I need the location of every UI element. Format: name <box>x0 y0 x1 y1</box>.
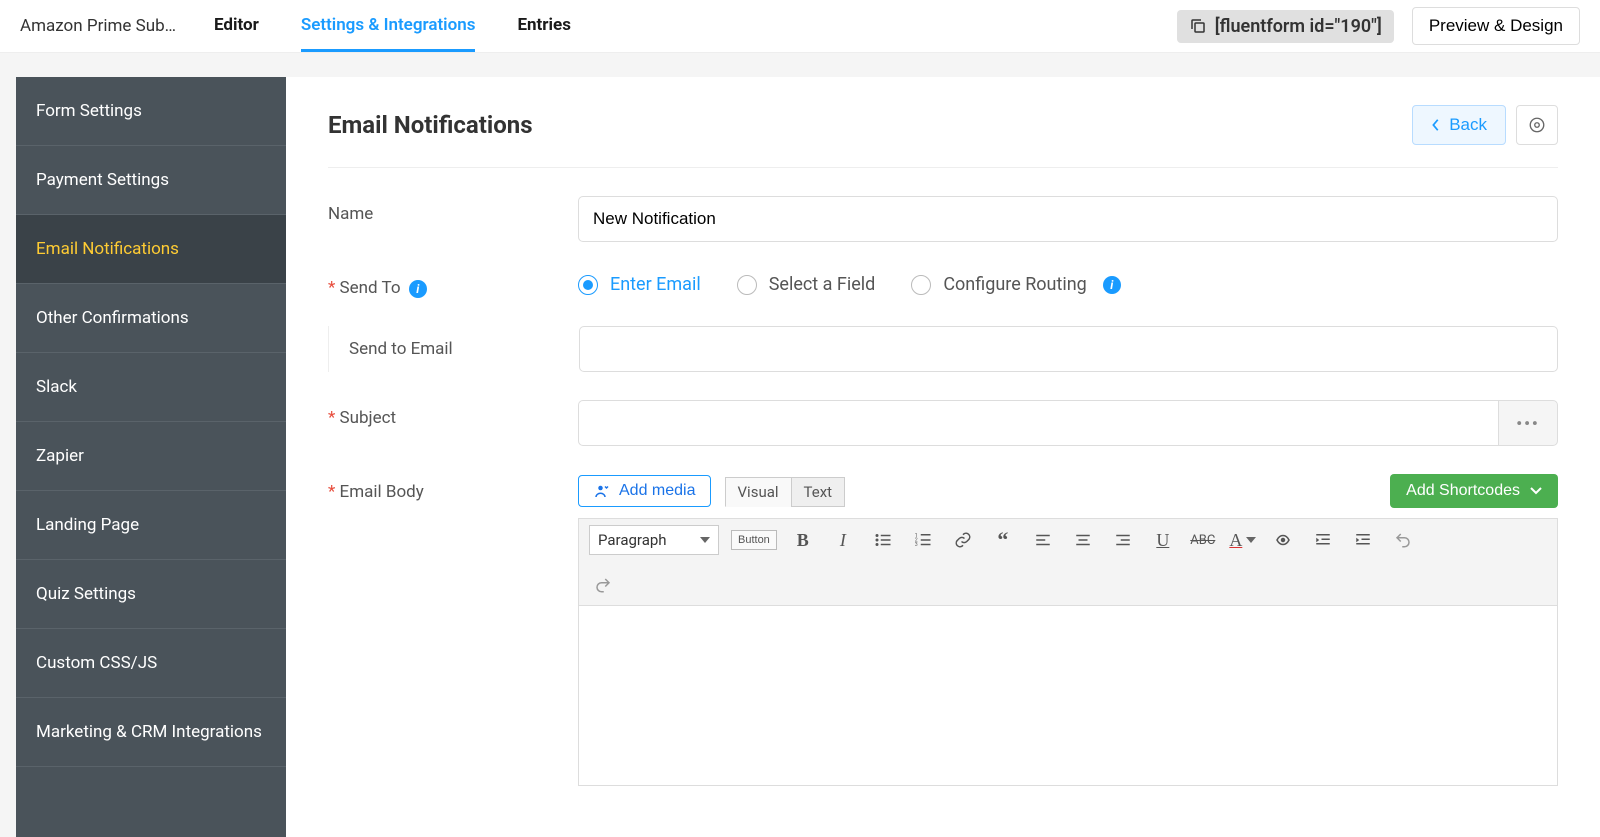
info-icon[interactable]: i <box>1103 276 1121 294</box>
quote-icon[interactable]: “ <box>989 526 1017 554</box>
name-input[interactable] <box>578 196 1558 242</box>
align-center-icon[interactable] <box>1069 526 1097 554</box>
radio-circle-icon <box>911 275 931 295</box>
dots-icon: ••• <box>1516 414 1540 433</box>
svg-text:3: 3 <box>915 542 918 548</box>
align-right-icon[interactable] <box>1109 526 1137 554</box>
tab-entries[interactable]: Entries <box>517 0 570 52</box>
header-buttons: Back <box>1412 105 1558 145</box>
settings-button[interactable] <box>1516 105 1558 145</box>
row-name: Name <box>328 196 1558 242</box>
sidebar-item-custom-css-js[interactable]: Custom CSS/JS <box>16 629 286 698</box>
add-shortcodes-button[interactable]: Add Shortcodes <box>1390 474 1558 508</box>
name-label: Name <box>328 196 578 224</box>
sidebar-item-slack[interactable]: Slack <box>16 353 286 422</box>
chevron-left-icon <box>1431 118 1441 132</box>
add-media-label: Add media <box>619 482 696 500</box>
chevron-down-icon <box>700 537 710 543</box>
add-shortcodes-label: Add Shortcodes <box>1406 482 1520 500</box>
top-bar: Amazon Prime Sub… Editor Settings & Inte… <box>0 0 1600 53</box>
gear-icon <box>1528 116 1546 134</box>
send-to-radio-group: Enter Email Select a Field Configure Rou… <box>578 270 1558 295</box>
radio-select-field[interactable]: Select a Field <box>737 274 876 295</box>
editor-top-row: Add media Visual Text Add Shortcodes <box>578 474 1558 508</box>
radio-configure-routing[interactable]: Configure Routing i <box>911 274 1120 295</box>
chevron-down-icon <box>1246 537 1256 543</box>
radio-circle-icon <box>578 275 598 295</box>
page-title: Email Notifications <box>328 111 533 139</box>
row-subject: Subject ••• <box>328 400 1558 446</box>
bold-icon[interactable]: B <box>789 526 817 554</box>
clear-format-icon[interactable] <box>1269 526 1297 554</box>
align-left-icon[interactable] <box>1029 526 1057 554</box>
rte-toolbar: Paragraph Button B I 123 “ <box>578 518 1558 606</box>
settings-sidebar: Form Settings Payment Settings Email Not… <box>16 77 286 837</box>
back-button[interactable]: Back <box>1412 105 1506 145</box>
subject-input[interactable] <box>578 400 1498 446</box>
radio-label: Configure Routing <box>943 274 1086 295</box>
underline-icon[interactable]: U <box>1149 526 1177 554</box>
format-select[interactable]: Paragraph <box>589 525 719 555</box>
sidebar-item-zapier[interactable]: Zapier <box>16 422 286 491</box>
send-to-email-label: Send to Email <box>349 339 579 359</box>
outdent-icon[interactable] <box>1309 526 1337 554</box>
email-body-editor[interactable] <box>578 606 1558 786</box>
number-list-icon[interactable]: 123 <box>909 526 937 554</box>
content-panel: Email Notifications Back Name <box>286 77 1600 837</box>
chevron-down-icon <box>1530 487 1542 495</box>
bullet-list-icon[interactable] <box>869 526 897 554</box>
content-header: Email Notifications Back <box>328 105 1558 168</box>
shortcode-text: [fluentform id="190"] <box>1215 16 1382 37</box>
sidebar-item-quiz-settings[interactable]: Quiz Settings <box>16 560 286 629</box>
send-to-label: Send To i <box>328 270 578 298</box>
editor-top-left: Add media Visual Text <box>578 475 845 507</box>
indent-icon[interactable] <box>1349 526 1377 554</box>
copy-icon <box>1189 17 1207 35</box>
tab-visual[interactable]: Visual <box>725 477 791 507</box>
radio-circle-icon <box>737 275 757 295</box>
radio-label: Select a Field <box>769 274 876 295</box>
radio-label: Enter Email <box>610 274 701 295</box>
sidebar-item-other-confirmations[interactable]: Other Confirmations <box>16 284 286 353</box>
subject-shortcode-button[interactable]: ••• <box>1498 400 1558 446</box>
top-tabs: Editor Settings & Integrations Entries <box>214 0 571 52</box>
sidebar-item-email-notifications[interactable]: Email Notifications <box>16 215 286 284</box>
row-send-to-email: Send to Email <box>328 326 1558 372</box>
shortcode-copy[interactable]: [fluentform id="190"] <box>1177 10 1394 43</box>
sidebar-item-form-settings[interactable]: Form Settings <box>16 77 286 146</box>
format-select-label: Paragraph <box>598 531 667 549</box>
sidebar-item-payment-settings[interactable]: Payment Settings <box>16 146 286 215</box>
undo-icon[interactable] <box>1389 526 1417 554</box>
sidebar-item-marketing-crm[interactable]: Marketing & CRM Integrations <box>16 698 286 767</box>
insert-button-btn[interactable]: Button <box>731 530 777 550</box>
media-icon <box>593 482 611 500</box>
sidebar-item-landing-page[interactable]: Landing Page <box>16 491 286 560</box>
radio-enter-email[interactable]: Enter Email <box>578 274 701 295</box>
add-media-button[interactable]: Add media <box>578 475 711 507</box>
preview-design-button[interactable]: Preview & Design <box>1412 7 1580 45</box>
tab-text[interactable]: Text <box>791 477 846 507</box>
info-icon[interactable]: i <box>409 280 427 298</box>
back-button-label: Back <box>1449 115 1487 135</box>
top-bar-right: [fluentform id="190"] Preview & Design <box>1177 7 1580 45</box>
link-icon[interactable] <box>949 526 977 554</box>
main-wrap: Form Settings Payment Settings Email Not… <box>0 53 1600 837</box>
row-send-to: Send To i Enter Email Select a Field Co <box>328 270 1558 298</box>
editor-mode-tabs: Visual Text <box>725 477 846 507</box>
row-email-body: Email Body Add media Visual Text <box>328 474 1558 786</box>
text-color-icon[interactable]: A <box>1229 526 1257 554</box>
tab-settings-integrations[interactable]: Settings & Integrations <box>301 0 476 52</box>
form-name-crumb[interactable]: Amazon Prime Sub… <box>20 16 176 36</box>
strikethrough-icon[interactable]: ABC <box>1189 526 1217 554</box>
subject-label: Subject <box>328 400 578 428</box>
top-bar-left: Amazon Prime Sub… Editor Settings & Inte… <box>20 0 571 52</box>
send-to-email-input[interactable] <box>579 326 1558 372</box>
tab-editor[interactable]: Editor <box>214 0 259 52</box>
email-body-label: Email Body <box>328 474 578 502</box>
italic-icon[interactable]: I <box>829 526 857 554</box>
redo-icon[interactable] <box>589 571 617 599</box>
